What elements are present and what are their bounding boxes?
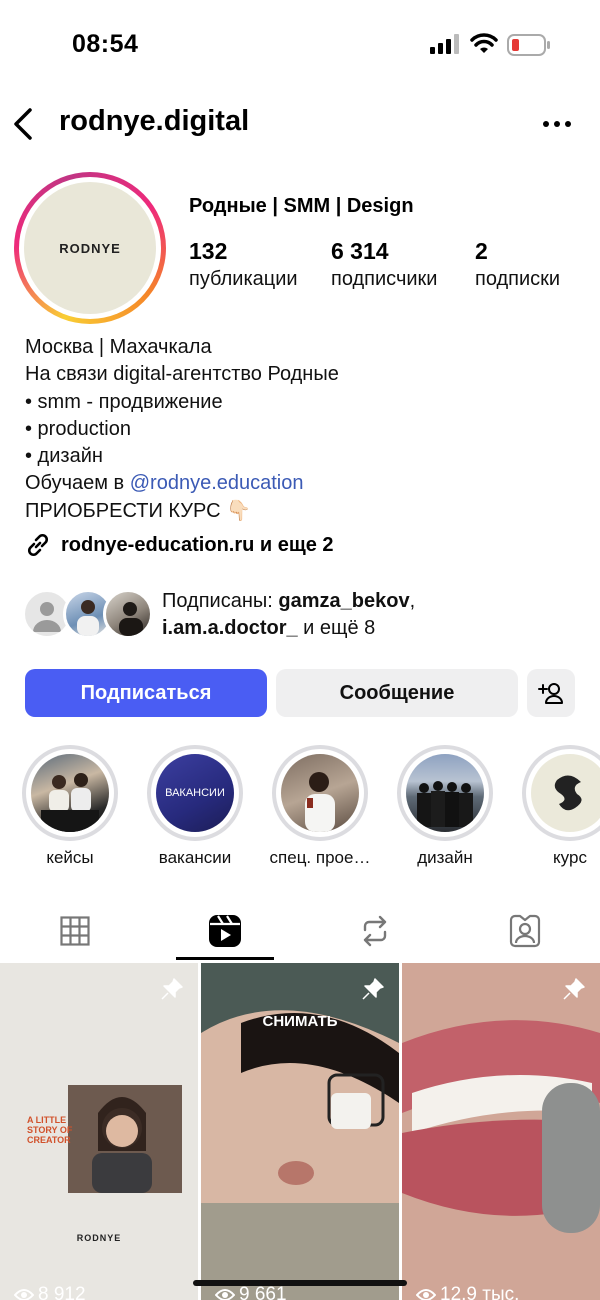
highlight-label: курс [553, 848, 587, 867]
reel-views-count: 8 912 [38, 1284, 86, 1300]
profile-link-text: rodnye-education.ru и еще 2 [61, 533, 334, 556]
reel-views-count: 12,9 тыс. [440, 1284, 520, 1300]
followed-by-prefix: Подписаны: [162, 590, 279, 612]
highlight-label: дизайн [417, 848, 473, 867]
pin-icon [362, 978, 384, 1000]
profile-link[interactable]: rodnye-education.ru и еще 2 [25, 532, 334, 558]
wifi-icon [470, 33, 498, 53]
more-options-icon[interactable] [542, 112, 572, 136]
avatar-logo-text: RODNYE [24, 182, 156, 314]
stat-following-label: подписки [475, 268, 561, 290]
status-time: 08:54 [72, 30, 139, 58]
profile-bio: Москва | Махачкала На связи digital-аген… [25, 334, 339, 525]
highlight-photo-icon [305, 772, 335, 832]
reel-thumbnail[interactable]: 12,9 тыс. [402, 963, 600, 1300]
back-arrow-icon[interactable] [10, 106, 40, 142]
followed-by-suffix: и ещё 8 [297, 617, 376, 639]
stat-following[interactable]: 2 подписки [475, 238, 560, 291]
pin-icon [161, 978, 183, 1000]
highlight-overlay-text: ВАКАНСИИ [156, 754, 234, 832]
reel-thumbnail[interactable]: СНИМАТЬ 9 661 [201, 963, 399, 1300]
add-user-icon [538, 683, 563, 704]
reel-views: 8 912 [14, 1284, 86, 1300]
stat-posts[interactable]: 132 публикации [189, 238, 298, 291]
profile-display-name: Родные | SMM | Design [189, 195, 414, 217]
followed-by-text[interactable]: Подписаны: gamza_bekov, i.am.a.doctor_ и… [162, 588, 415, 642]
stat-followers-value: 6 314 [331, 238, 389, 264]
highlight-cases[interactable]: кейсы [22, 745, 118, 868]
tab-tagged[interactable] [450, 900, 600, 962]
reel-overlay-text: СНИМАТЬ [262, 1013, 338, 1030]
grid-icon [60, 916, 90, 946]
eye-icon [14, 1289, 34, 1300]
stat-following-value: 2 [475, 238, 488, 264]
signal-icon [430, 34, 459, 54]
followed-by-user: gamza_bekov [278, 590, 410, 612]
bio-line: • smm - продвижение [25, 390, 223, 413]
reel-thumbnail[interactable]: A LITTLE STORY OF CREATOR RODNYE 8 912 [0, 963, 198, 1300]
suggest-user-button[interactable] [527, 669, 575, 717]
follower-avatar[interactable] [103, 589, 153, 639]
tab-reels[interactable] [150, 900, 300, 962]
followed-by-sep: , [409, 590, 416, 612]
message-button[interactable]: Сообщение [276, 669, 518, 717]
pin-icon [563, 978, 585, 1000]
highlight-course[interactable]: курс [522, 745, 600, 868]
bio-line: Москва | Махачкала [25, 336, 212, 358]
reel-title-text: A LITTLE STORY OF CREATOR [27, 1115, 73, 1145]
highlight-label: вакансии [158, 848, 232, 867]
reel-views-count: 9 661 [239, 1284, 287, 1300]
highlight-special-projects[interactable]: спец. прое… [270, 745, 370, 868]
followed-by-user: i.am.a.doctor_ [162, 617, 298, 639]
bio-text: Обучаем в [25, 472, 130, 495]
profile-tabs [0, 900, 600, 962]
bio-line: • дизайн [25, 445, 103, 468]
stat-posts-label: публикации [189, 268, 298, 290]
highlight-logo-icon [554, 775, 582, 811]
tagged-icon [509, 914, 541, 948]
bio-line: • production [25, 417, 131, 440]
profile-avatar[interactable]: RODNYE [14, 172, 166, 324]
eye-icon [215, 1289, 235, 1300]
reel-views: 9 661 [215, 1284, 287, 1300]
highlight-label: спец. прое… [269, 848, 371, 867]
highlight-vacancies[interactable]: ВАКАНСИИ вакансии [147, 745, 243, 868]
link-icon [27, 533, 49, 557]
reel-views: 12,9 тыс. [416, 1284, 519, 1300]
highlight-photo-icon [41, 773, 99, 832]
highlight-photo-icon [417, 781, 473, 827]
active-tab-indicator [176, 957, 274, 960]
reel-brand-text: RODNYE [76, 1233, 122, 1243]
stat-followers-label: подписчики [331, 268, 438, 290]
tab-reposts[interactable] [300, 900, 450, 962]
bio-line: На связи digital-агентство Родные [25, 363, 339, 386]
highlight-design[interactable]: дизайн [397, 745, 493, 868]
home-indicator [193, 1280, 407, 1286]
repost-icon [363, 915, 387, 947]
status-bar: 08:54 [0, 0, 600, 90]
follow-button[interactable]: Подписаться [25, 669, 267, 717]
tab-grid[interactable] [0, 900, 150, 962]
stat-posts-value: 132 [189, 238, 228, 264]
bio-line: Обучаем в @rodnye.education [25, 470, 339, 497]
battery-icon [507, 34, 550, 56]
highlight-label: кейсы [46, 848, 94, 867]
reels-icon [209, 915, 241, 947]
bio-mention-link[interactable]: @rodnye.education [130, 472, 304, 494]
follower-photo-icon [119, 602, 143, 636]
profile-username: rodnye.digital [59, 105, 250, 137]
bio-line: ПРИОБРЕСТИ КУРС 👇🏻 [25, 499, 251, 522]
reel-cover-art [402, 963, 600, 1300]
stat-followers[interactable]: 6 314 подписчики [331, 238, 437, 291]
eye-icon [416, 1289, 436, 1300]
